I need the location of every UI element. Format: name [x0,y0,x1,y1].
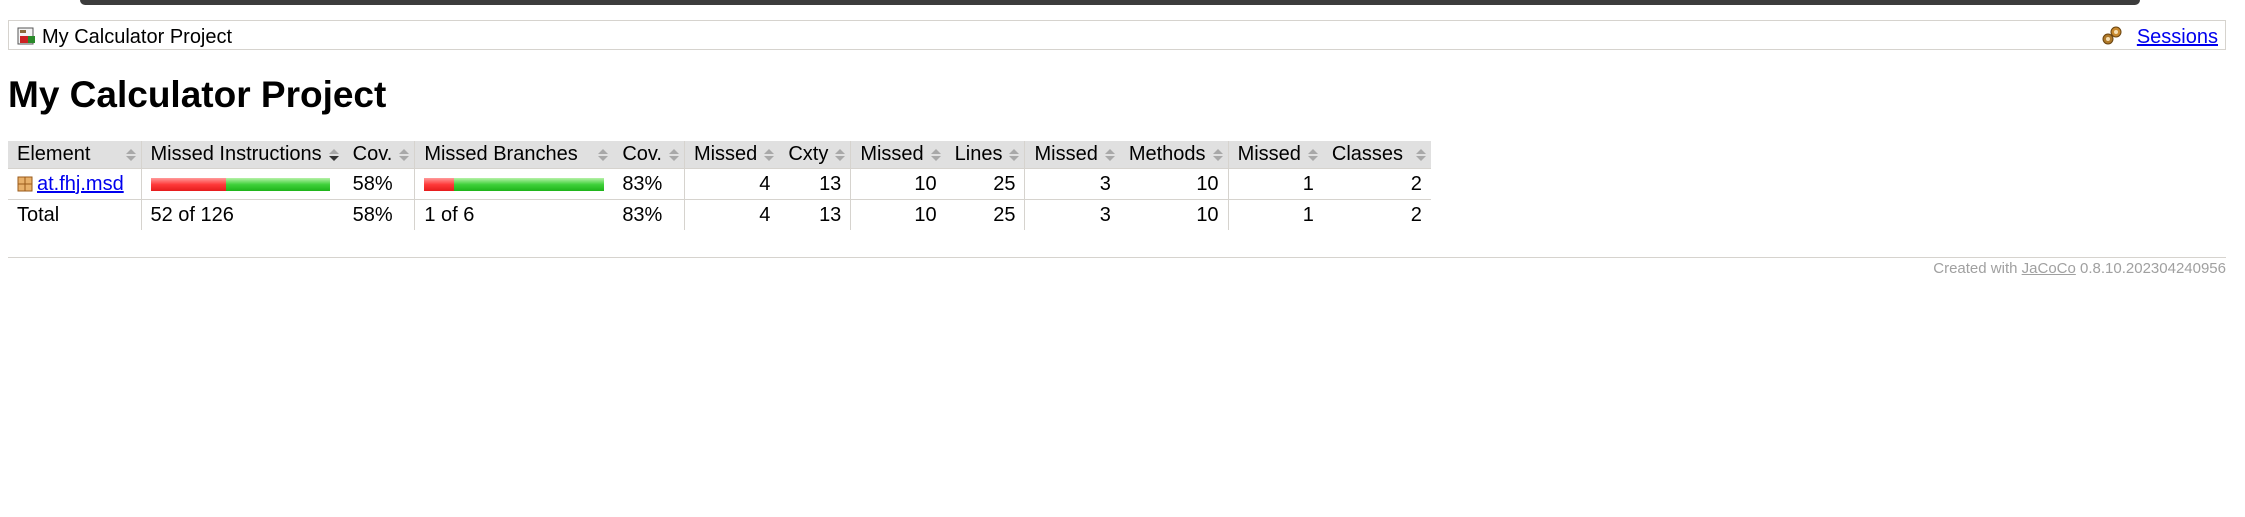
sort-icon [835,149,846,161]
column-header-instructions-cov[interactable]: Cov. [343,141,415,169]
column-header-missed-branches[interactable]: Missed Branches [414,141,614,169]
coverage-table: Element Missed Instructions Cov. Missed … [8,141,1431,230]
page-title: My Calculator Project [8,74,387,115]
column-header-branches-cov[interactable]: Cov. [613,141,685,169]
total-label: Total [17,204,60,226]
sort-icon [125,149,136,161]
sessions-link[interactable]: Sessions [2137,26,2218,48]
browser-top-edge [0,0,2245,7]
sort-icon [1415,149,1426,161]
session-icon [2102,26,2122,45]
column-header-missed-classes[interactable]: Missed [1227,141,1323,169]
total-classes: 2 [1410,204,1422,226]
branches-cov-cell: 83% [613,168,685,200]
table-header-row: Element Missed Instructions Cov. Missed … [8,141,1431,169]
covered-branches-bar-green [454,178,605,192]
missed-cxty-cell: 4 [683,168,780,200]
sort-icon [1307,149,1318,161]
element-cell: at.fhj.msd [8,168,141,200]
column-header-methods[interactable]: Methods [1119,141,1229,169]
column-label: Missed Instructions [150,143,322,165]
sort-icon [1104,149,1115,161]
sort-icon [668,149,679,161]
column-header-missed-lines[interactable]: Missed [850,141,946,169]
missed-lines-cell: 10 [850,168,946,200]
total-missed-branches: 1 of 6 [414,199,614,230]
column-header-missed-instructions[interactable]: Missed Instructions [140,141,344,169]
footer-version: 0.8.10.202304240956 [2080,260,2226,277]
missed-branches-bar [414,168,614,200]
breadcrumb-title: My Calculator Project [42,26,233,48]
sort-icon [764,149,775,161]
column-label: Lines [954,143,1003,165]
total-missed-classes: 1 [1227,199,1323,230]
column-label: Element [17,143,91,165]
lines-cell: 25 [945,168,1025,200]
breadcrumb: My Calculator Project Sessions [8,20,2226,50]
total-missed-methods: 3 [1024,199,1120,230]
missed-branches-bar-red [424,178,455,192]
column-header-element[interactable]: Element [8,141,141,169]
column-header-lines[interactable]: Lines [945,141,1025,169]
footer-divider [8,257,2226,258]
missed-instructions-bar [140,168,344,200]
total-instructions-cov: 58% [352,204,393,226]
classes-cell: 2 [1322,168,1431,200]
sort-icon [930,149,941,161]
column-label: Cxty [788,143,829,165]
column-header-cxty[interactable]: Cxty [779,141,851,169]
cxty-cell: 13 [779,168,851,200]
column-label: Missed [693,143,758,165]
report-icon [17,27,35,45]
browser-tab-strip [80,0,2140,5]
column-header-missed-cxty[interactable]: Missed [683,141,780,169]
sort-descending-icon [328,149,339,161]
sort-icon [1009,149,1020,161]
methods-cell: 10 [1119,168,1229,200]
column-label: Missed [1034,143,1098,165]
covered-instructions-bar-green [225,178,330,192]
column-header-classes[interactable]: Classes [1322,141,1431,169]
total-branches-cov: 83% [622,204,663,226]
total-missed-cxty: 4 [683,199,780,230]
missed-classes-cell: 1 [1227,168,1323,200]
jacoco-link[interactable]: JaCoCo [2022,260,2076,277]
footer: Created with JaCoCo 0.8.10.202304240956 [1933,260,2226,277]
package-icon [17,176,33,192]
column-label: Missed [860,143,924,165]
total-cxty: 13 [819,204,842,226]
element-link[interactable]: at.fhj.msd [37,173,124,195]
column-label: Methods [1128,143,1206,165]
total-missed-lines: 10 [850,199,946,230]
missed-methods-cell: 3 [1024,168,1120,200]
total-methods: 10 [1196,204,1219,226]
column-label: Missed [1237,143,1301,165]
sort-icon [399,149,410,161]
instructions-cov-cell: 58% [343,168,415,200]
sort-icon [598,149,609,161]
total-row: Total 52 of 126 58% 1 of 6 83% 4 13 10 2… [8,199,1431,230]
column-label: Classes [1331,143,1404,165]
column-label: Cov. [622,143,662,165]
missed-instructions-bar-red [150,178,226,192]
column-label: Cov. [352,143,393,165]
total-lines: 25 [993,204,1016,226]
sort-icon [1212,149,1223,161]
footer-prefix: Created with [1933,260,2018,277]
column-label: Missed Branches [424,143,578,165]
table-row: at.fhj.msd 58% 83% 4 13 10 25 3 10 1 2 [8,168,1431,200]
total-missed-instructions: 52 of 126 [140,199,344,230]
column-header-missed-methods[interactable]: Missed [1024,141,1120,169]
